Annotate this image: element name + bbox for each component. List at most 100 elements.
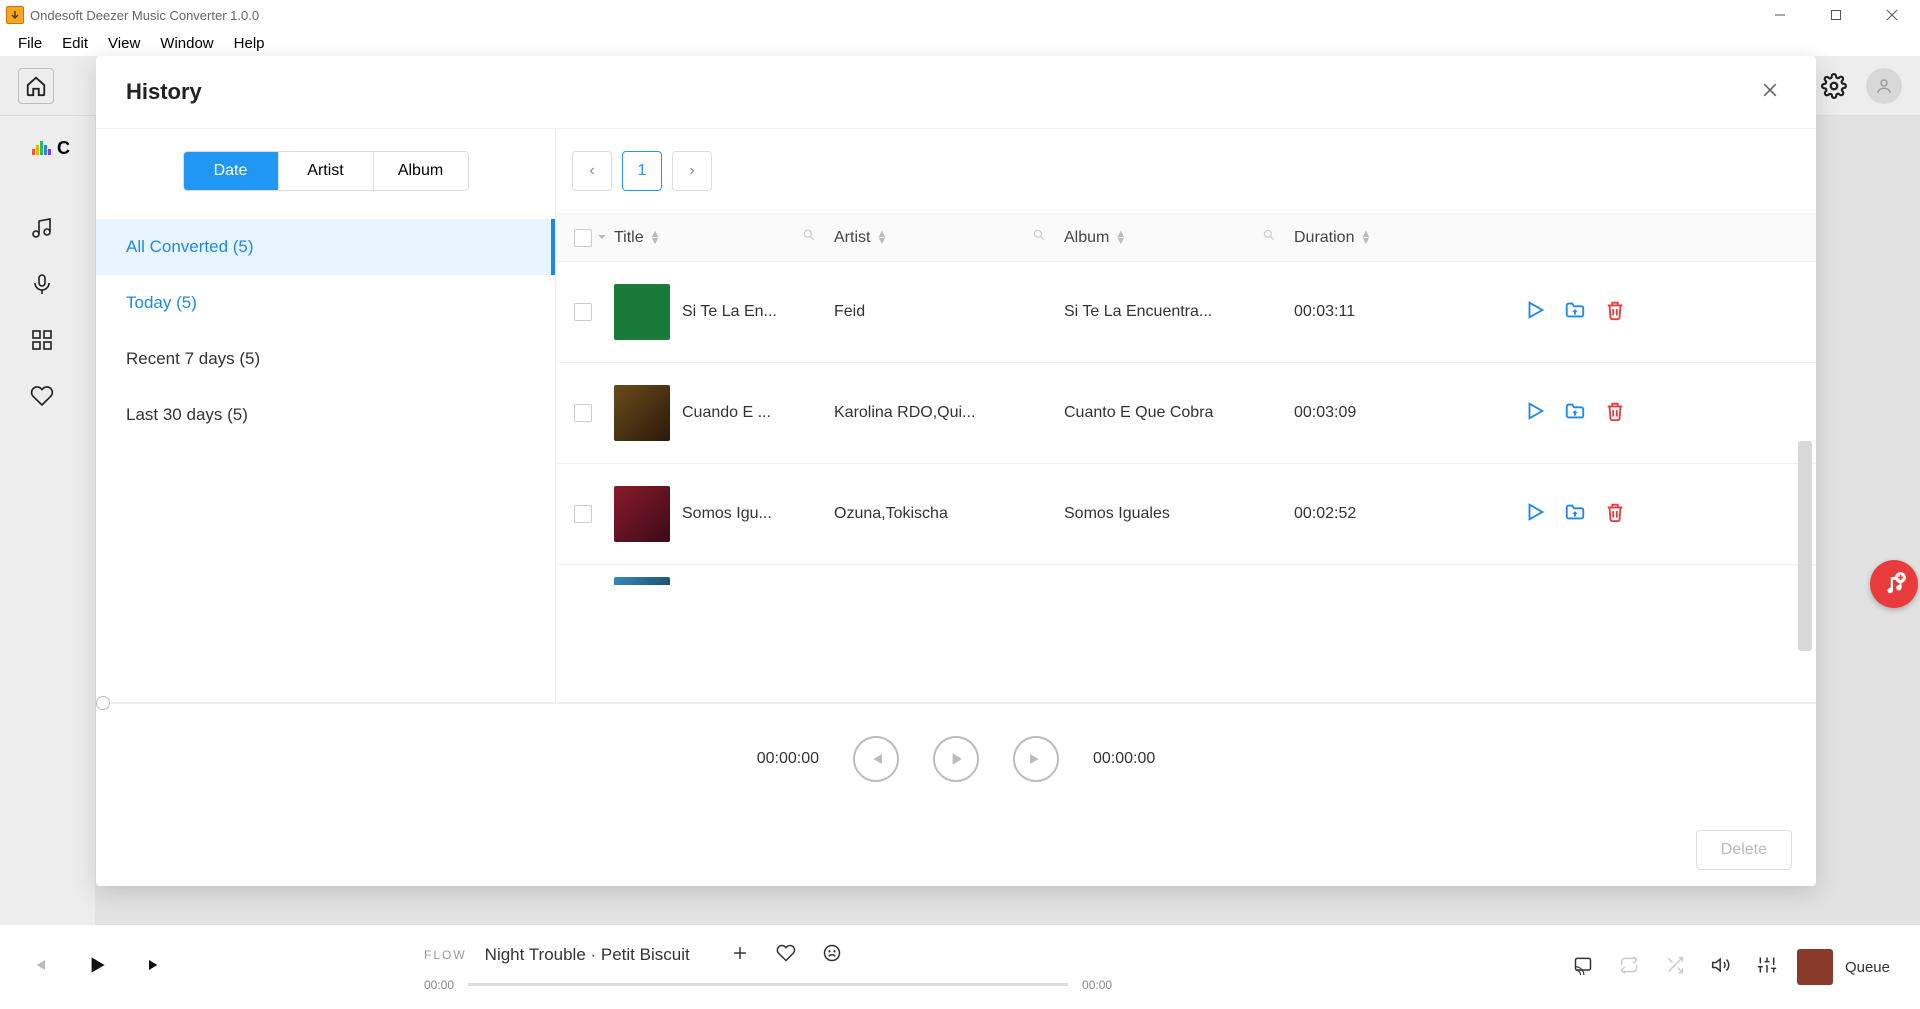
- search-title-icon[interactable]: [802, 228, 816, 247]
- repeat-icon[interactable]: [1619, 955, 1639, 980]
- sidebar-item-last30[interactable]: Last 30 days (5): [96, 387, 555, 443]
- sort-artist-icon[interactable]: ▲▼: [876, 231, 887, 245]
- sidebar-item-all-converted[interactable]: All Converted (5): [96, 219, 555, 275]
- sort-album-icon[interactable]: ▲▼: [1115, 231, 1126, 245]
- shuffle-icon[interactable]: [1665, 955, 1685, 980]
- favorites-nav-icon[interactable]: [30, 384, 54, 408]
- track-title: Si Te La En...: [682, 303, 777, 321]
- table-row: Somos Igu... Ozuna,Tokischa Somos Iguale…: [556, 464, 1816, 565]
- settings-button[interactable]: [1816, 68, 1852, 104]
- row-play-icon[interactable]: [1524, 299, 1546, 326]
- modal-player-total: 00:00:00: [1093, 750, 1155, 768]
- player-prev-button[interactable]: [30, 955, 50, 980]
- row-play-icon[interactable]: [1524, 501, 1546, 528]
- account-avatar[interactable]: [1866, 68, 1902, 104]
- app-icon: [6, 6, 24, 24]
- track-artist: Feid: [834, 303, 1064, 321]
- row-checkbox[interactable]: [574, 505, 592, 523]
- grid-nav-icon[interactable]: [30, 328, 54, 352]
- track-artist: Ozuna,Tokischa: [834, 505, 1064, 523]
- menubar: File Edit View Window Help: [0, 30, 1920, 56]
- home-button[interactable]: [18, 68, 54, 104]
- sidebar-item-today[interactable]: Today (5): [96, 275, 555, 331]
- track-thumbnail: [614, 577, 670, 585]
- row-delete-icon[interactable]: [1604, 400, 1626, 427]
- row-checkbox[interactable]: [574, 303, 592, 321]
- track-thumbnail: [614, 385, 670, 441]
- history-groupby-tabs: Date Artist Album: [183, 151, 469, 191]
- modal-next-button[interactable]: [1013, 736, 1059, 782]
- sort-title-icon[interactable]: ▲▼: [650, 231, 661, 245]
- select-all-dropdown-icon[interactable]: [597, 229, 607, 247]
- menu-help[interactable]: Help: [224, 32, 275, 55]
- player-bar: FLOW Night Trouble · Petit Biscuit 00:00…: [0, 925, 1920, 1009]
- track-duration: 00:03:11: [1294, 303, 1464, 321]
- minimize-button[interactable]: [1752, 0, 1808, 30]
- track-album: Cuanto E Que Cobra: [1064, 404, 1294, 422]
- modal-player-elapsed: 00:00:00: [757, 750, 819, 768]
- flow-label: FLOW: [424, 948, 467, 962]
- queue-button[interactable]: Queue: [1845, 959, 1890, 976]
- track-album: Somos Iguales: [1064, 505, 1294, 523]
- table-row: Si Te La En... Feid Si Te La Encuentra..…: [556, 262, 1816, 363]
- col-title[interactable]: Title: [614, 229, 644, 247]
- track-thumbnail: [614, 486, 670, 542]
- add-to-playlist-icon[interactable]: [730, 943, 750, 968]
- table-header: Title ▲▼ Artist ▲▼ Album ▲▼ Duration ▲▼: [556, 213, 1816, 262]
- close-window-button[interactable]: [1864, 0, 1920, 30]
- maximize-button[interactable]: [1808, 0, 1864, 30]
- history-modal: History Date Artist Album All Converted …: [96, 56, 1816, 886]
- tab-date[interactable]: Date: [184, 152, 278, 190]
- sidebar-item-recent7[interactable]: Recent 7 days (5): [96, 331, 555, 387]
- cast-icon[interactable]: [1573, 955, 1593, 980]
- equalizer-icon[interactable]: [1757, 955, 1777, 980]
- row-folder-icon[interactable]: [1564, 501, 1586, 528]
- page-number-1[interactable]: 1: [622, 151, 662, 191]
- window-titlebar: Ondesoft Deezer Music Converter 1.0.0: [0, 0, 1920, 30]
- window-title: Ondesoft Deezer Music Converter 1.0.0: [30, 8, 259, 23]
- delete-button[interactable]: Delete: [1696, 830, 1792, 870]
- favorite-icon[interactable]: [776, 943, 796, 968]
- player-elapsed: 00:00: [424, 978, 454, 992]
- col-artist[interactable]: Artist: [834, 229, 870, 247]
- page-prev-button[interactable]: ‹: [572, 151, 612, 191]
- add-music-fab[interactable]: [1870, 560, 1918, 608]
- track-album: Si Te La Encuentra...: [1064, 303, 1294, 321]
- player-play-button[interactable]: [84, 952, 110, 983]
- menu-window[interactable]: Window: [150, 32, 223, 55]
- search-artist-icon[interactable]: [1032, 228, 1046, 247]
- select-all-checkbox[interactable]: [574, 229, 592, 247]
- col-duration[interactable]: Duration: [1294, 229, 1354, 247]
- modal-play-button[interactable]: [933, 736, 979, 782]
- deezer-logo: C: [32, 136, 70, 160]
- modal-prev-button[interactable]: [853, 736, 899, 782]
- tab-artist[interactable]: Artist: [278, 152, 373, 190]
- col-album[interactable]: Album: [1064, 229, 1109, 247]
- player-next-button[interactable]: [144, 955, 164, 980]
- menu-file[interactable]: File: [8, 32, 52, 55]
- search-album-icon[interactable]: [1262, 228, 1276, 247]
- row-play-icon[interactable]: [1524, 400, 1546, 427]
- tab-album[interactable]: Album: [373, 152, 468, 190]
- modal-close-button[interactable]: [1754, 74, 1786, 111]
- queue-thumbnail[interactable]: [1797, 949, 1833, 985]
- scrollbar-thumb[interactable]: [1798, 441, 1812, 651]
- podcast-nav-icon[interactable]: [30, 272, 54, 296]
- player-progress-slider[interactable]: [468, 983, 1068, 986]
- music-nav-icon[interactable]: [30, 216, 54, 240]
- track-duration: 00:03:09: [1294, 404, 1464, 422]
- now-playing-title: Night Trouble · Petit Biscuit: [485, 945, 690, 965]
- dislike-face-icon[interactable]: [822, 943, 842, 968]
- track-thumbnail: [614, 284, 670, 340]
- page-next-button[interactable]: ›: [672, 151, 712, 191]
- row-delete-icon[interactable]: [1604, 299, 1626, 326]
- volume-icon[interactable]: [1711, 955, 1731, 980]
- player-total: 00:00: [1082, 978, 1112, 992]
- row-folder-icon[interactable]: [1564, 299, 1586, 326]
- menu-view[interactable]: View: [98, 32, 150, 55]
- menu-edit[interactable]: Edit: [52, 32, 98, 55]
- sort-duration-icon[interactable]: ▲▼: [1360, 231, 1371, 245]
- row-delete-icon[interactable]: [1604, 501, 1626, 528]
- row-checkbox[interactable]: [574, 404, 592, 422]
- row-folder-icon[interactable]: [1564, 400, 1586, 427]
